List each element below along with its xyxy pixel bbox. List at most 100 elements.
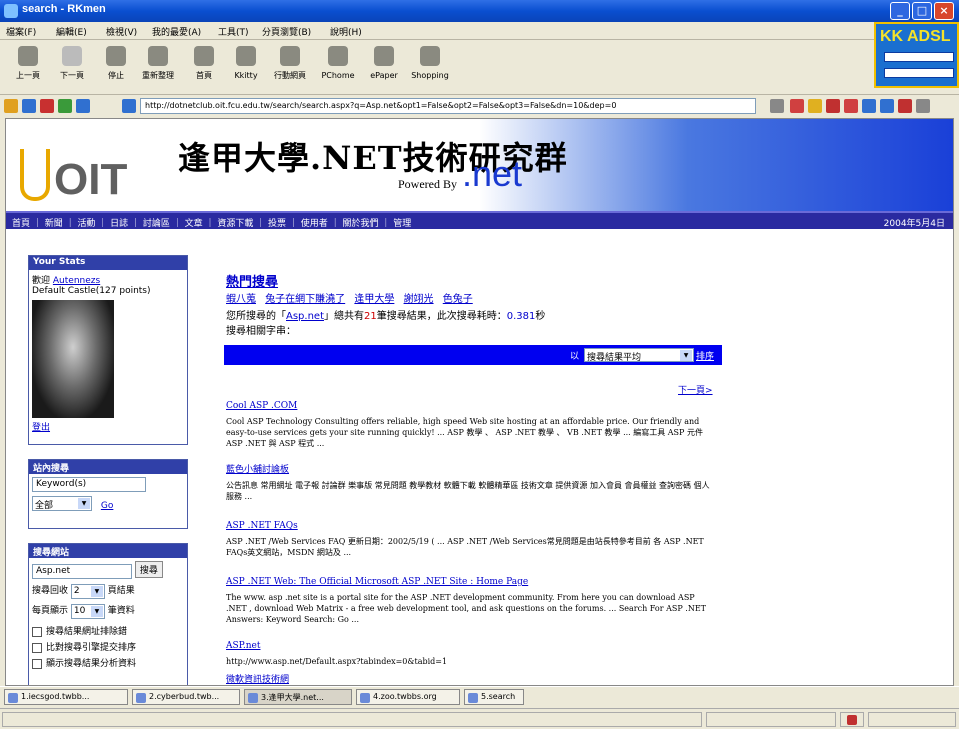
shopping-button[interactable]: Shopping bbox=[410, 44, 450, 90]
forward-button[interactable]: 下一頁 bbox=[52, 44, 92, 90]
back-button[interactable]: 上一頁 bbox=[8, 44, 48, 90]
site-search-panel: 站內搜尋 Keyword(s) 全部 Go bbox=[28, 459, 188, 529]
favorites-icon[interactable] bbox=[40, 99, 54, 113]
keyword-input[interactable]: Keyword(s) bbox=[32, 477, 146, 492]
panel-title: Your Stats bbox=[29, 256, 187, 270]
status-bar bbox=[0, 708, 959, 729]
option-checkbox[interactable] bbox=[32, 626, 42, 637]
taskbar-item-active[interactable]: 3.逢甲大學.net... bbox=[244, 689, 352, 705]
research-icon[interactable] bbox=[898, 99, 912, 113]
ie-small-icon[interactable] bbox=[76, 99, 90, 113]
query-input[interactable]: Asp.net bbox=[32, 564, 132, 579]
maximize-button[interactable]: □ bbox=[912, 2, 932, 20]
related-terms-label: 搜尋相關字串： bbox=[226, 326, 296, 337]
ad-bar bbox=[884, 52, 954, 62]
status-text-pane bbox=[2, 712, 702, 727]
search-icon[interactable] bbox=[22, 99, 36, 113]
result-title[interactable]: 微軟資訊技術網 bbox=[226, 675, 716, 685]
result-title[interactable]: 藍色小舖討論板 bbox=[226, 465, 716, 476]
close-button[interactable]: × bbox=[934, 2, 954, 20]
result-desc: The www. asp .net site is a portal site … bbox=[226, 593, 707, 624]
option-row[interactable]: 比對搜尋引擎提交排序 bbox=[32, 640, 184, 653]
per-page-unit: 筆資料 bbox=[107, 606, 135, 616]
query-term[interactable]: Asp.net bbox=[286, 311, 324, 322]
nav-links[interactable]: 首頁 ｜ 新聞 ｜ 活動 ｜ 日誌 ｜ 討論區 ｜ 文章 ｜ 資源下載 ｜ 投票… bbox=[12, 216, 411, 229]
kitty-icon bbox=[236, 46, 256, 66]
print-icon[interactable] bbox=[826, 99, 840, 113]
taskbar: 1.iecsgod.twbb... 2.cyberbud.twb... 3.逢甲… bbox=[0, 686, 959, 706]
menu-help[interactable]: 說明(H) bbox=[330, 25, 362, 38]
current-date: 2004年5月4日 bbox=[883, 219, 945, 229]
pchome-button[interactable]: PChome bbox=[318, 44, 358, 90]
pchome-icon bbox=[328, 46, 348, 66]
refresh-icon bbox=[148, 46, 168, 66]
menu-view[interactable]: 檢視(V) bbox=[106, 25, 137, 38]
status-pane bbox=[868, 712, 956, 727]
menu-file[interactable]: 檔案(F) bbox=[6, 25, 36, 38]
go-icon[interactable] bbox=[790, 99, 804, 113]
minimize-button[interactable]: _ bbox=[890, 2, 910, 20]
address-input[interactable]: http://dotnetclub.oit.fcu.edu.tw/search/… bbox=[140, 98, 756, 114]
epaper-button[interactable]: ePaper bbox=[364, 44, 404, 90]
history-icon[interactable] bbox=[58, 99, 72, 113]
oit-logo[interactable]: OIT bbox=[20, 135, 170, 207]
home-button[interactable]: 首頁 bbox=[184, 44, 224, 90]
home-icon bbox=[194, 46, 214, 66]
logout-link[interactable]: 登出 bbox=[32, 420, 184, 433]
taskbar-item[interactable]: 1.iecsgod.twbb... bbox=[4, 689, 128, 705]
result-desc: 公告訊息 常用網址 電子報 討論群 樂事版 常見問題 教學教材 軟體下載 軟體精… bbox=[226, 481, 710, 501]
search-result: Cool ASP .COM Cool ASP Technology Consul… bbox=[226, 401, 716, 449]
result-desc: Cool ASP Technology Consulting offers re… bbox=[226, 417, 703, 448]
discuss-icon[interactable] bbox=[862, 99, 876, 113]
search-result: ASP .NET FAQs ASP .NET /Web Services FAQ… bbox=[226, 521, 716, 558]
page-icon bbox=[122, 99, 136, 113]
username-link[interactable]: Autennezs bbox=[53, 276, 100, 286]
refresh-button[interactable]: 重新整理 bbox=[138, 44, 178, 90]
hot-link[interactable]: 兔子在網下賺澆了 bbox=[265, 294, 345, 305]
next-page-link[interactable]: 下一頁> bbox=[678, 383, 713, 396]
hot-link[interactable]: 蝦八蒐 bbox=[226, 294, 256, 305]
search-result: 微軟資訊技術網 bbox=[226, 675, 716, 685]
go-link[interactable]: Go bbox=[101, 501, 113, 511]
option-checkbox[interactable] bbox=[32, 642, 42, 653]
hot-link[interactable]: 色兔子 bbox=[443, 294, 473, 305]
menu-tools[interactable]: 工具(T) bbox=[218, 25, 249, 38]
folder-icon[interactable] bbox=[4, 99, 18, 113]
mobile-icon bbox=[280, 46, 300, 66]
taskbar-item[interactable]: 2.cyberbud.twb... bbox=[132, 689, 240, 705]
stop-button[interactable]: 停止 bbox=[96, 44, 136, 90]
hot-link[interactable]: 逢甲大學 bbox=[354, 294, 394, 305]
menu-favorites[interactable]: 我的最愛(A) bbox=[152, 25, 201, 38]
option-checkbox[interactable] bbox=[32, 658, 42, 669]
ad-bar bbox=[884, 68, 954, 78]
result-title[interactable]: ASP .NET Web: The Official Microsoft ASP… bbox=[226, 577, 716, 588]
messenger-icon[interactable] bbox=[880, 99, 894, 113]
mail-icon[interactable] bbox=[808, 99, 822, 113]
adsl-ad-banner[interactable]: KK ADSL bbox=[874, 22, 959, 88]
scope-select[interactable]: 全部 bbox=[32, 496, 92, 511]
per-page-select[interactable]: 10 bbox=[70, 604, 105, 619]
tools-icon[interactable] bbox=[916, 99, 930, 113]
result-title[interactable]: ASP .NET FAQs bbox=[226, 521, 716, 532]
result-title[interactable]: ASP.net bbox=[226, 641, 716, 652]
sort-button[interactable]: 排序 bbox=[696, 349, 714, 362]
result-title[interactable]: Cool ASP .COM bbox=[226, 401, 716, 412]
mobile-button[interactable]: 行動網頁 bbox=[270, 44, 310, 90]
taskbar-item[interactable]: 4.zoo.twbbs.org bbox=[356, 689, 460, 705]
menu-tabs[interactable]: 分頁瀏覽(B) bbox=[262, 25, 311, 38]
menu-edit[interactable]: 編輯(E) bbox=[56, 25, 87, 38]
kitty-button[interactable]: Kkitty bbox=[226, 44, 266, 90]
option-row[interactable]: 顯示搜尋結果分析資料 bbox=[32, 656, 184, 669]
taskbar-item[interactable]: 5.search bbox=[464, 689, 524, 705]
edit-icon[interactable] bbox=[844, 99, 858, 113]
title-bar: search - RKmen _ □ × bbox=[0, 0, 959, 22]
search-result: 藍色小舖討論板 公告訊息 常用網址 電子報 討論群 樂事版 常見問題 教學教材 … bbox=[226, 465, 716, 502]
hot-link[interactable]: 謝翊光 bbox=[404, 294, 434, 305]
dropdown-arrow-icon[interactable] bbox=[770, 99, 784, 113]
option-row[interactable]: 搜尋結果網址排除錯 bbox=[32, 624, 184, 637]
search-button[interactable]: 搜尋 bbox=[134, 561, 163, 578]
status-pane bbox=[706, 712, 836, 727]
sort-select[interactable]: 搜尋結果平均 bbox=[584, 348, 694, 363]
hot-search-title[interactable]: 熱門搜尋 bbox=[226, 271, 726, 290]
depth-select[interactable]: 2 bbox=[70, 584, 105, 599]
